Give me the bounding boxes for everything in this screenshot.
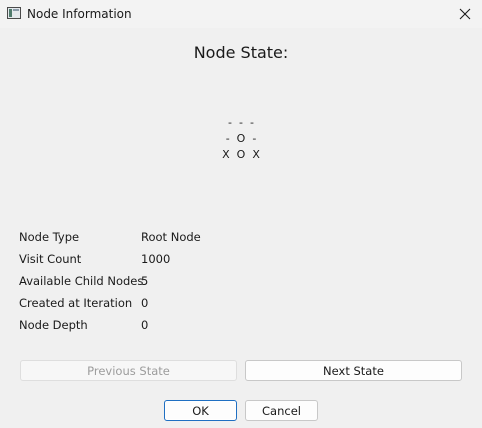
info-label: Available Child Nodes	[19, 274, 144, 288]
board-row-1: - - -	[228, 116, 254, 129]
info-label: Node Type	[19, 230, 80, 244]
info-label: Node Depth	[19, 318, 88, 332]
info-label: Created at Iteration	[19, 296, 133, 310]
ok-button[interactable]: OK	[164, 400, 237, 421]
close-button[interactable]	[448, 0, 482, 28]
title-bar: Node Information	[0, 0, 482, 28]
node-information-dialog: Node Information Node State: - - - - O -…	[0, 0, 482, 428]
info-row-node-depth: Node Depth 0	[19, 316, 459, 338]
app-icon	[7, 7, 21, 19]
info-value: 0	[141, 318, 149, 332]
info-value: 0	[141, 296, 149, 310]
cancel-button[interactable]: Cancel	[245, 400, 318, 421]
info-value: 5	[141, 274, 149, 288]
board-row-2: - O -	[225, 132, 257, 145]
info-value: Root Node	[141, 230, 201, 244]
previous-state-button[interactable]: Previous State	[20, 360, 237, 381]
next-state-button[interactable]: Next State	[245, 360, 462, 381]
close-icon	[459, 8, 471, 20]
info-label: Visit Count	[19, 252, 82, 266]
node-info-table: Node Type Root Node Visit Count 1000 Ava…	[19, 228, 459, 338]
info-row-created-at-iteration: Created at Iteration 0	[19, 294, 459, 316]
window-title: Node Information	[27, 7, 132, 21]
info-row-node-type: Node Type Root Node	[19, 228, 459, 250]
board-row-3: X O X	[222, 148, 260, 161]
info-value: 1000	[141, 252, 171, 266]
info-row-available-child-nodes: Available Child Nodes 5	[19, 272, 459, 294]
info-row-visit-count: Visit Count 1000	[19, 250, 459, 272]
node-state-heading: Node State:	[193, 43, 289, 62]
tic-tac-toe-board: - - - - O - X O X	[0, 115, 482, 163]
